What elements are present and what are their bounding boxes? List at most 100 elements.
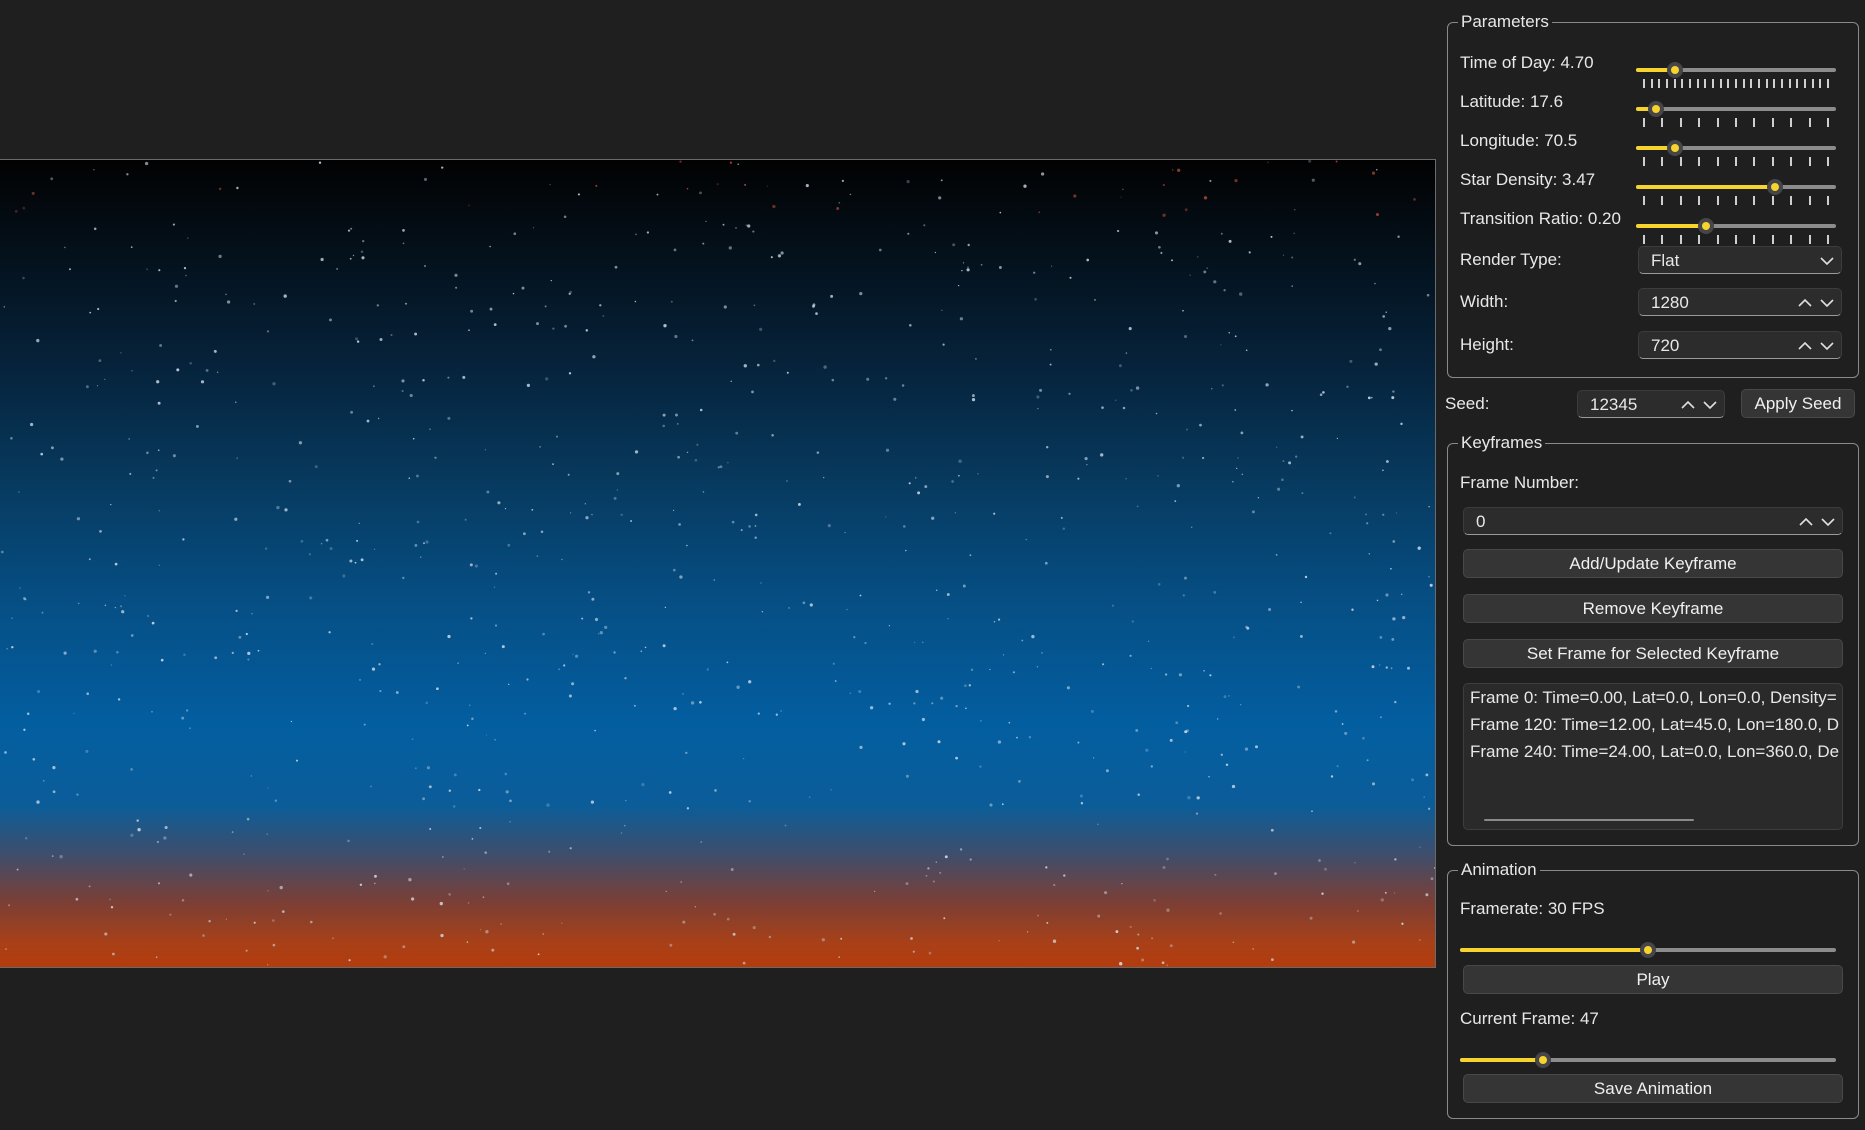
slider-handle[interactable] <box>1640 942 1656 958</box>
star <box>405 302 407 305</box>
width-spinbox[interactable]: 1280 <box>1638 288 1842 316</box>
slider-handle[interactable] <box>1667 62 1684 78</box>
star <box>172 223 175 226</box>
frame-number-spinbox[interactable]: 0 <box>1463 507 1843 535</box>
chevron-up-icon[interactable] <box>1795 332 1815 360</box>
star <box>1182 594 1185 597</box>
slider-handle[interactable] <box>1698 218 1714 234</box>
star <box>245 632 248 636</box>
star <box>1219 912 1222 915</box>
star <box>208 919 211 923</box>
list-item[interactable]: Frame 120: Time=12.00, Lat=45.0, Lon=180… <box>1470 714 1839 736</box>
set-frame-button[interactable]: Set Frame for Selected Keyframe <box>1463 639 1843 668</box>
star <box>1366 522 1369 525</box>
star <box>1366 759 1369 762</box>
star <box>159 344 163 347</box>
star <box>1079 794 1083 798</box>
star <box>784 824 787 827</box>
star-density-slider[interactable] <box>1636 176 1836 205</box>
star <box>187 237 189 239</box>
star <box>997 740 1002 744</box>
star <box>136 819 139 822</box>
slider-handle[interactable] <box>1667 140 1684 156</box>
star <box>348 959 351 962</box>
star <box>1241 473 1244 476</box>
star <box>634 450 639 454</box>
render-type-select[interactable]: Flat <box>1638 246 1842 274</box>
star <box>1182 309 1184 312</box>
latitude-slider[interactable] <box>1636 98 1836 127</box>
slider-handle[interactable] <box>1647 101 1664 117</box>
remove-keyframe-button[interactable]: Remove Keyframe <box>1463 594 1843 623</box>
width-value: 1280 <box>1651 293 1689 312</box>
star <box>216 371 219 373</box>
star <box>1130 388 1133 392</box>
list-item[interactable]: Frame 240: Time=24.00, Lat=0.0, Lon=360.… <box>1470 741 1839 763</box>
chevron-down-icon[interactable] <box>1700 391 1720 419</box>
list-item[interactable]: Frame 0: Time=0.00, Lat=0.0, Lon=0.0, De… <box>1470 687 1837 709</box>
add-update-keyframe-button[interactable]: Add/Update Keyframe <box>1463 549 1843 578</box>
chevron-up-icon[interactable] <box>1796 508 1816 536</box>
star <box>205 368 209 372</box>
star <box>822 476 825 479</box>
current-frame-slider[interactable] <box>1460 1049 1836 1075</box>
star <box>378 663 381 666</box>
save-animation-button[interactable]: Save Animation <box>1463 1074 1843 1103</box>
star <box>4 751 7 754</box>
slider-tick <box>1808 235 1811 244</box>
star <box>1066 686 1070 690</box>
star <box>808 796 811 798</box>
star <box>1322 391 1325 394</box>
chevron-up-icon[interactable] <box>1795 289 1815 317</box>
star <box>390 333 393 337</box>
chevron-up-icon[interactable] <box>1678 391 1698 419</box>
star <box>32 757 36 761</box>
chevron-down-icon[interactable] <box>1818 508 1838 536</box>
time-of-day-slider[interactable] <box>1636 59 1836 88</box>
slider-handle[interactable] <box>1766 179 1783 195</box>
star <box>968 684 971 687</box>
star <box>569 847 572 850</box>
star <box>690 701 695 705</box>
seed-spinbox[interactable]: 12345 <box>1577 390 1725 418</box>
star <box>512 292 515 295</box>
star <box>26 712 30 716</box>
slider-tick <box>1827 118 1829 127</box>
play-button[interactable]: Play <box>1463 965 1843 994</box>
slider-track <box>1636 107 1836 111</box>
star <box>144 161 149 166</box>
star <box>935 861 937 863</box>
star <box>737 163 739 165</box>
height-spinbox[interactable]: 720 <box>1638 331 1842 359</box>
star <box>885 516 887 518</box>
framerate-slider[interactable] <box>1460 939 1836 965</box>
star <box>909 324 912 327</box>
star <box>110 664 113 666</box>
star <box>104 378 106 381</box>
star <box>336 268 338 270</box>
star <box>770 256 773 259</box>
star <box>11 645 14 649</box>
star <box>664 606 667 609</box>
star <box>805 184 809 188</box>
star <box>700 841 703 843</box>
star <box>616 472 620 476</box>
chevron-down-icon[interactable] <box>1817 289 1837 317</box>
longitude-slider[interactable] <box>1636 137 1836 166</box>
star <box>717 466 720 469</box>
chevron-down-icon[interactable] <box>1817 332 1837 360</box>
slider-handle[interactable] <box>1534 1052 1551 1068</box>
star <box>474 564 478 568</box>
star <box>910 937 913 940</box>
star <box>300 539 304 543</box>
star <box>1300 435 1304 439</box>
horizontal-scrollbar[interactable] <box>1484 819 1694 821</box>
star <box>759 327 763 332</box>
star <box>309 596 313 600</box>
star <box>1137 793 1140 796</box>
transition-ratio-slider[interactable] <box>1636 215 1836 244</box>
star <box>1063 874 1066 877</box>
apply-seed-button[interactable]: Apply Seed <box>1741 389 1855 418</box>
star <box>809 603 813 607</box>
keyframe-list[interactable]: Frame 0: Time=0.00, Lat=0.0, Lon=0.0, De… <box>1463 683 1843 830</box>
